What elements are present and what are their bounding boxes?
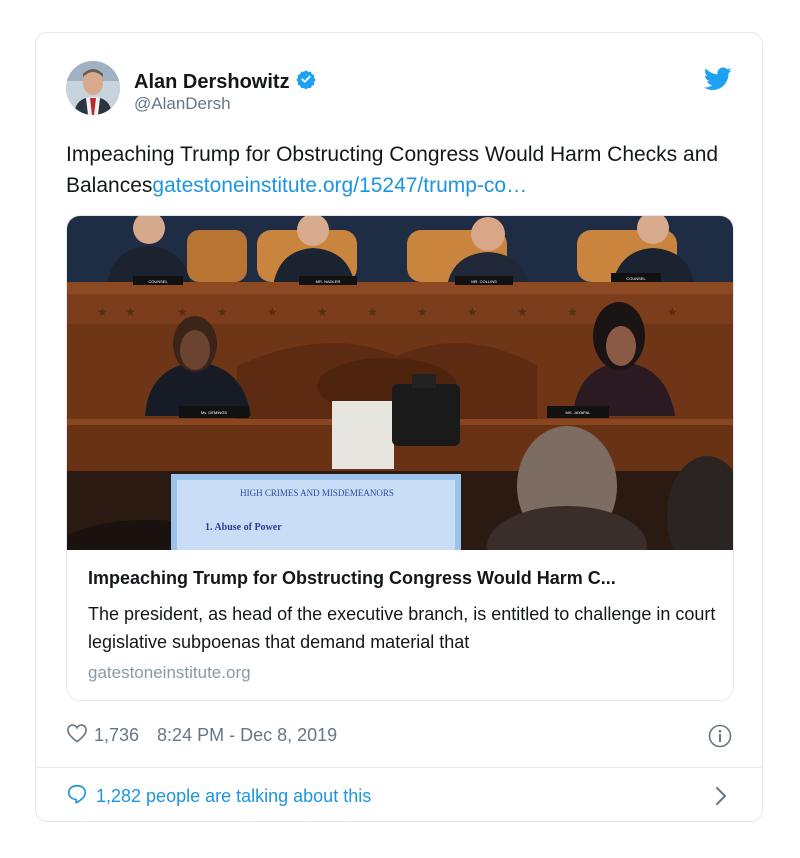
link-card-image[interactable]: ★★ ★★ ★★ ★★ ★★ ★★ ★ bbox=[67, 216, 734, 550]
link-card-description: The president, as head of the executive … bbox=[88, 604, 716, 652]
info-icon[interactable] bbox=[708, 724, 732, 748]
svg-text:★: ★ bbox=[467, 305, 478, 319]
svg-text:★: ★ bbox=[417, 305, 428, 319]
svg-text:★: ★ bbox=[125, 305, 136, 319]
placard-2: MR. NADLER bbox=[316, 279, 341, 284]
svg-text:★: ★ bbox=[217, 305, 228, 319]
placard-5: Ms. DEMINGS bbox=[201, 410, 228, 415]
screen-item: 1. Abuse of Power bbox=[205, 522, 282, 533]
svg-text:★: ★ bbox=[317, 305, 328, 319]
svg-text:★: ★ bbox=[567, 305, 578, 319]
screen-heading: HIGH CRIMES AND MISDEMEANORS bbox=[240, 488, 394, 498]
svg-text:★: ★ bbox=[667, 305, 678, 319]
divider bbox=[36, 767, 762, 768]
author-name[interactable]: Alan Dershowitz bbox=[134, 69, 316, 95]
svg-text:★: ★ bbox=[177, 305, 188, 319]
conversation-link[interactable]: 1,282 people are talking about this bbox=[66, 783, 371, 810]
verified-badge-icon bbox=[295, 69, 316, 95]
avatar[interactable] bbox=[66, 61, 120, 115]
tweet-meta: 1,736 8:24 PM - Dec 8, 2019 bbox=[66, 723, 337, 748]
talking-count-label[interactable]: 1,282 people are talking about this bbox=[96, 786, 371, 807]
chevron-right-icon[interactable] bbox=[714, 785, 728, 807]
svg-text:★: ★ bbox=[267, 305, 278, 319]
author-name-text[interactable]: Alan Dershowitz bbox=[134, 71, 290, 94]
tweet-timestamp[interactable]: 8:24 PM - Dec 8, 2019 bbox=[157, 725, 337, 746]
placard-1: COUNSEL bbox=[148, 279, 168, 284]
tweet-text: Impeaching Trump for Obstructing Congres… bbox=[66, 139, 736, 201]
link-card[interactable]: ★★ ★★ ★★ ★★ ★★ ★★ ★ bbox=[66, 215, 734, 701]
placard-6: MS. JAYAPAL bbox=[566, 410, 592, 415]
speech-bubble-icon bbox=[66, 783, 88, 810]
author-handle[interactable]: @AlanDersh bbox=[134, 94, 231, 114]
tweet-link[interactable]: gatestoneinstitute.org/15247/trump-co… bbox=[152, 174, 527, 197]
svg-text:★: ★ bbox=[97, 305, 108, 319]
svg-text:★: ★ bbox=[367, 305, 378, 319]
placard-3: MR. COLLINS bbox=[471, 279, 497, 284]
svg-text:★: ★ bbox=[517, 305, 528, 319]
link-card-title[interactable]: Impeaching Trump for Obstructing Congres… bbox=[88, 568, 718, 589]
like-count[interactable]: 1,736 bbox=[94, 725, 139, 746]
link-card-domain: gatestoneinstitute.org bbox=[88, 663, 251, 682]
heart-icon[interactable] bbox=[66, 723, 88, 748]
tweet-card[interactable]: Alan Dershowitz @AlanDersh Impeaching Tr… bbox=[35, 32, 763, 822]
placard-4: COUNSEL bbox=[626, 276, 646, 281]
twitter-bird-icon[interactable] bbox=[703, 67, 732, 91]
